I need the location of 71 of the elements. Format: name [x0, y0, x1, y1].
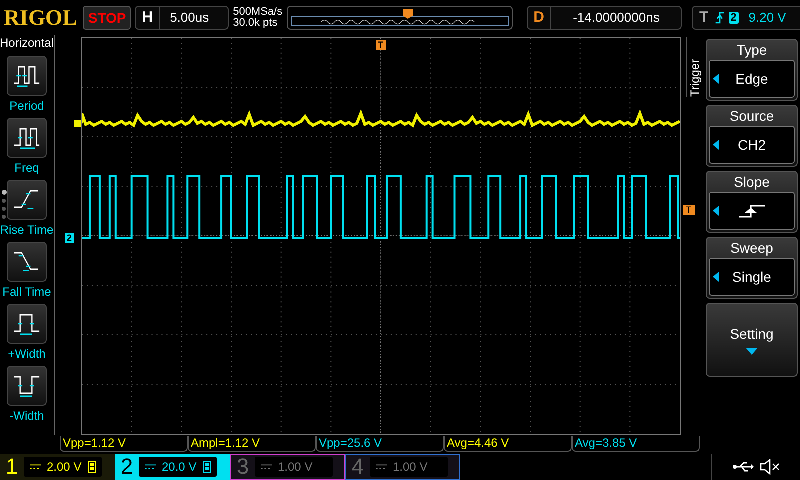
menu-button[interactable]: Type Edge — [706, 39, 798, 101]
timebase-value: 5.00us — [159, 6, 228, 28]
menu-button[interactable]: Sweep Single — [706, 237, 798, 299]
channel-scale: 2.00 V — [47, 460, 82, 474]
menu-title: Trigger — [686, 37, 703, 97]
measurement-readout: Vpp=25.6 V — [316, 436, 444, 452]
measurement-icon — [7, 180, 48, 220]
measure-button[interactable]: Rise Time — [0, 180, 54, 237]
timebase-panel[interactable]: H 5.00us — [135, 6, 230, 30]
caret-icon — [746, 348, 758, 354]
run-stop-button[interactable]: STOP — [83, 6, 132, 30]
measurement-icon — [7, 242, 48, 282]
channel-tab[interactable]: 4 1.00 V — [345, 454, 460, 480]
channel-tab[interactable]: 2 20.0 V — [115, 454, 230, 480]
trigger-panel[interactable]: T 2 9.20 V — [692, 6, 800, 30]
measure-button[interactable]: -Width — [7, 366, 48, 423]
left-arrow-icon — [713, 206, 719, 216]
measurement-icon — [7, 56, 48, 96]
measurement-icon — [7, 118, 48, 158]
dc-coupling-icon — [145, 464, 156, 470]
measurement-readout: Avg=3.85 V — [572, 436, 700, 452]
measurement-readout: Vpp=1.12 V — [60, 436, 188, 452]
left-arrow-icon — [713, 272, 719, 282]
channel-number: 2 — [120, 454, 134, 480]
measurement-readout: Ampl=1.12 V — [188, 436, 316, 452]
trigger-level: 9.20 V — [748, 10, 786, 25]
rising-edge-icon — [737, 203, 767, 219]
left-arrow-icon — [713, 140, 719, 150]
menu-title: Horizontal — [0, 36, 54, 50]
memory-depth: 30.0k pts — [233, 18, 279, 28]
channel-marker[interactable] — [74, 120, 82, 127]
measurement-readout: Avg=4.46 V — [444, 436, 572, 452]
measure-button[interactable]: +Width — [7, 304, 48, 361]
channel-marker[interactable]: 2 — [65, 233, 74, 243]
measure-button[interactable]: Freq — [7, 118, 48, 175]
trigger-level-marker[interactable]: T — [683, 205, 695, 215]
channel-number: 4 — [350, 454, 366, 480]
option-value: Single — [709, 258, 795, 296]
dc-coupling-icon — [261, 464, 272, 470]
mute-icon — [760, 459, 780, 475]
channel-scale: 1.00 V — [393, 460, 428, 474]
channel-scale: 20.0 V — [162, 460, 197, 474]
logo: RIGOL — [4, 4, 78, 30]
measurement-icon — [7, 304, 48, 344]
left-arrow-icon — [713, 74, 719, 84]
dc-coupling-icon — [30, 464, 41, 470]
option-value: Edge — [709, 60, 795, 98]
trigger-source: 2 — [728, 12, 739, 24]
sample-rate: 500MSa/s — [233, 6, 283, 18]
delay-label: D — [532, 9, 546, 26]
trigger-time-marker[interactable]: T — [376, 40, 386, 50]
delay-panel[interactable]: D -14.0000000ns — [526, 6, 682, 30]
menu-button[interactable]: Slope — [706, 171, 798, 233]
measurement-icon — [7, 366, 48, 406]
menu-button[interactable]: Setting — [706, 303, 798, 377]
channel-tab[interactable]: 1 2.00 V — [0, 454, 115, 480]
dc-coupling-icon — [376, 464, 387, 470]
timebase-label: H — [141, 9, 154, 26]
trigger-position-icon — [402, 8, 413, 18]
channel-number: 3 — [236, 454, 250, 480]
menu-button[interactable]: Source CH2 — [706, 105, 798, 167]
rising-edge-icon — [714, 10, 725, 24]
channel-scale: 1.00 V — [278, 460, 313, 474]
measure-button[interactable]: Fall Time — [2, 242, 52, 299]
channel-number: 1 — [4, 454, 20, 480]
trigger-label: T — [698, 9, 710, 26]
usb-icon — [732, 461, 754, 473]
option-value: CH2 — [709, 126, 795, 164]
delay-value: -14.0000000ns — [550, 6, 682, 28]
channel-tab[interactable]: 3 1.00 V — [230, 454, 345, 480]
measure-button[interactable]: Period — [7, 56, 48, 113]
